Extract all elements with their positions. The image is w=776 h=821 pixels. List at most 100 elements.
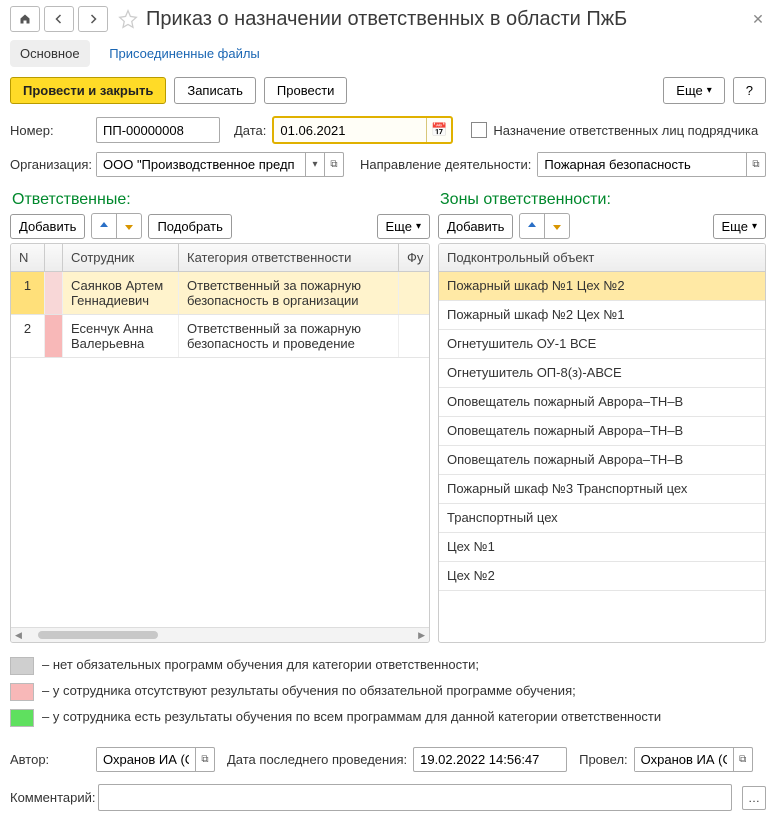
cell-category: Ответственный за пожарную безопасность в… <box>179 272 399 314</box>
arrow-down-icon <box>123 220 135 232</box>
open-icon[interactable]: ⧉ <box>195 748 214 771</box>
last-post-label: Дата последнего проведения: <box>227 752 407 767</box>
cell-employee: Саянков Артем Геннадиевич <box>63 272 179 314</box>
col-flag[interactable] <box>45 244 63 271</box>
zones-table: Подконтрольный объект Пожарный шкаф №1 Ц… <box>438 243 766 643</box>
checkbox-icon <box>471 122 487 138</box>
arrow-down-icon <box>551 220 563 232</box>
table-row[interactable]: Оповещатель пожарный Аврора–ТН–В <box>439 417 765 446</box>
open-icon[interactable]: ⧉ <box>733 748 752 771</box>
posted-by-field[interactable] <box>635 748 733 771</box>
table-row[interactable]: Транспортный цех <box>439 504 765 533</box>
responsible-add-button[interactable]: Добавить <box>10 214 85 239</box>
move-up-button[interactable] <box>520 214 545 238</box>
more-button[interactable]: Еще ▾ <box>663 77 724 104</box>
activity-label: Направление деятельности: <box>360 157 531 172</box>
move-down-button[interactable] <box>545 214 569 238</box>
table-row[interactable]: Оповещатель пожарный Аврора–ТН–В <box>439 388 765 417</box>
status-flag <box>45 315 63 357</box>
cell-object: Огнетушитель ОП-8(з)-АВСЕ <box>439 359 765 387</box>
org-select: ▾ ⧉ <box>96 152 344 177</box>
number-field[interactable] <box>96 117 220 143</box>
cell-fu <box>399 315 429 357</box>
arrow-up-icon <box>526 220 538 232</box>
table-row[interactable]: 1 Саянков Артем ГеннадиевичОтветственный … <box>11 272 429 315</box>
col-category[interactable]: Категория ответственности <box>179 244 399 271</box>
more-label: Еще <box>676 83 702 98</box>
responsible-table: N Сотрудник Категория ответственности Фу… <box>10 243 430 643</box>
home-icon <box>19 13 31 25</box>
responsible-panel-title: Ответственные: <box>10 185 430 213</box>
table-row[interactable]: Огнетушитель ОУ-1 ВСЕ <box>439 330 765 359</box>
arrow-right-icon <box>87 13 99 25</box>
posted-by-select: ⧉ <box>634 747 753 772</box>
help-button[interactable]: ? <box>733 77 766 104</box>
cell-fu <box>399 272 429 314</box>
col-fu[interactable]: Фу <box>399 244 429 271</box>
cell-object: Цех №2 <box>439 562 765 590</box>
home-button[interactable] <box>10 6 40 32</box>
date-field-wrapper: 📅 <box>272 116 453 144</box>
post-and-close-button[interactable]: Провести и закрыть <box>10 77 166 104</box>
comment-expand-button[interactable]: … <box>742 786 766 810</box>
cell-employee: Есенчук Анна Валерьевна <box>63 315 179 357</box>
org-field[interactable] <box>97 153 305 176</box>
dropdown-icon[interactable]: ▾ <box>305 153 324 176</box>
table-row[interactable]: Цех №1 <box>439 533 765 562</box>
table-row[interactable]: 2 Есенчук Анна ВалерьевнаОтветственный за… <box>11 315 429 358</box>
cell-category: Ответственный за пожарную безопасность и… <box>179 315 399 357</box>
table-row[interactable]: Пожарный шкаф №1 Цех №2 <box>439 272 765 301</box>
last-post-field[interactable] <box>413 747 567 772</box>
cell-object: Пожарный шкаф №2 Цех №1 <box>439 301 765 329</box>
table-row[interactable]: Огнетушитель ОП-8(з)-АВСЕ <box>439 359 765 388</box>
scrollbar-thumb[interactable] <box>38 631 158 639</box>
open-icon[interactable]: ⧉ <box>324 153 343 176</box>
move-buttons <box>519 213 570 239</box>
contractor-checkbox-wrapper[interactable]: Назначение ответственных лиц подрядчика <box>471 122 758 138</box>
tab-attachments[interactable]: Присоединенные файлы <box>99 40 270 67</box>
cell-object: Цех №1 <box>439 533 765 561</box>
open-icon[interactable]: ⧉ <box>746 153 765 176</box>
more-label: Еще <box>386 219 412 234</box>
cell-object: Оповещатель пожарный Аврора–ТН–В <box>439 417 765 445</box>
author-label: Автор: <box>10 752 90 767</box>
date-field[interactable] <box>274 119 426 142</box>
tab-main[interactable]: Основное <box>10 40 90 67</box>
cell-n: 2 <box>11 315 45 357</box>
author-field[interactable] <box>97 748 195 771</box>
star-icon[interactable] <box>118 9 138 29</box>
write-button[interactable]: Записать <box>174 77 256 104</box>
responsible-more-button[interactable]: Еще ▾ <box>377 214 430 239</box>
table-row[interactable]: Пожарный шкаф №3 Транспортный цех <box>439 475 765 504</box>
posted-by-label: Провел: <box>579 752 628 767</box>
org-label: Организация: <box>10 157 90 172</box>
cell-object: Огнетушитель ОУ-1 ВСЕ <box>439 330 765 358</box>
col-n[interactable]: N <box>11 244 45 271</box>
nav-forward-button[interactable] <box>78 6 108 32</box>
legend: – нет обязательных программ обучения для… <box>0 647 776 739</box>
zones-add-button[interactable]: Добавить <box>438 214 513 239</box>
table-row[interactable]: Пожарный шкаф №2 Цех №1 <box>439 301 765 330</box>
move-down-button[interactable] <box>117 214 141 238</box>
activity-field[interactable] <box>538 153 746 176</box>
horizontal-scrollbar[interactable]: ◀ ▶ <box>11 627 429 642</box>
chevron-down-icon: ▾ <box>707 85 712 96</box>
status-flag <box>45 272 63 314</box>
cell-n: 1 <box>11 272 45 314</box>
comment-label: Комментарий: <box>10 790 90 805</box>
close-button[interactable]: ✕ <box>750 11 766 27</box>
nav-back-button[interactable] <box>44 6 74 32</box>
comment-field[interactable] <box>98 784 732 811</box>
col-object[interactable]: Подконтрольный объект <box>439 244 765 271</box>
contractor-checkbox-label: Назначение ответственных лиц подрядчика <box>493 123 758 138</box>
post-button[interactable]: Провести <box>264 77 348 104</box>
legend-text: – нет обязательных программ обучения для… <box>42 657 479 672</box>
responsible-pick-button[interactable]: Подобрать <box>148 214 231 239</box>
zones-more-button[interactable]: Еще ▾ <box>713 214 766 239</box>
move-up-button[interactable] <box>92 214 117 238</box>
zones-panel-title: Зоны ответственности: <box>438 185 766 213</box>
col-employee[interactable]: Сотрудник <box>63 244 179 271</box>
table-row[interactable]: Цех №2 <box>439 562 765 591</box>
table-row[interactable]: Оповещатель пожарный Аврора–ТН–В <box>439 446 765 475</box>
calendar-icon[interactable]: 📅 <box>426 118 451 142</box>
